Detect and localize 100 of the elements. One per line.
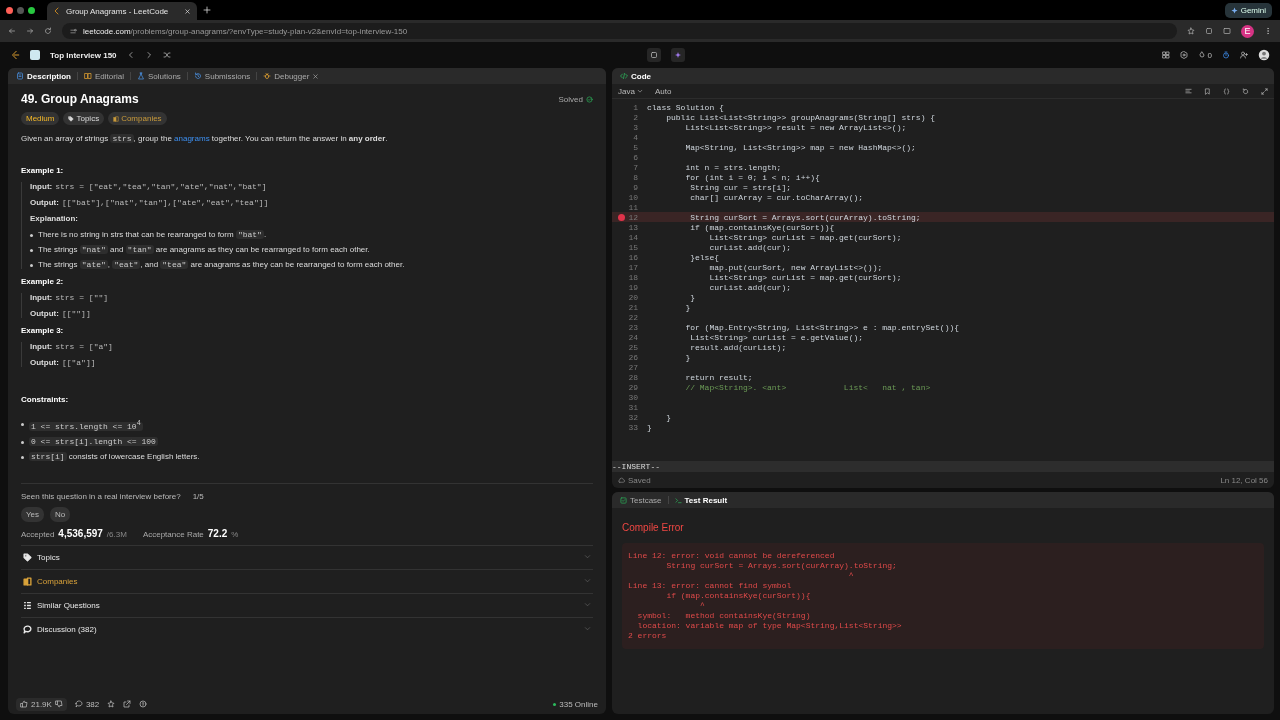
mode-selector[interactable]: Auto (654, 86, 672, 96)
panel-tab[interactable]: Description (12, 69, 75, 83)
explanation-text: There is no string in strs that can be rearranged to form "bat" . (38, 230, 267, 239)
given-label: Input: (30, 293, 53, 302)
vote-button[interactable]: 21.9K (16, 697, 67, 711)
result-tab[interactable]: Test Result (670, 493, 732, 507)
code-line: map.put(curSort, new ArrayList<>()); (708, 262, 883, 272)
maximize-window-button[interactable] (28, 6, 35, 14)
thumbs-up-icon (20, 700, 28, 708)
section-label: Topics (37, 552, 60, 562)
panel-tab[interactable]: Debugger (259, 69, 324, 83)
settings-icon[interactable] (1179, 51, 1188, 59)
reload-icon[interactable] (44, 27, 52, 35)
explanation-text: The strings "nat" and "tan" are anagrams as they can be rearranged to form each other. (38, 245, 370, 254)
minimize-window-button[interactable] (17, 6, 24, 14)
panel-tab[interactable]: Editorial (80, 69, 128, 83)
add-user-icon[interactable] (1240, 51, 1248, 59)
back-icon[interactable] (8, 27, 16, 35)
result-label: Output: (30, 198, 59, 207)
constraint-text: 0 <= strs[i].length <= 100 (29, 436, 158, 446)
line-number: 11 (628, 202, 638, 212)
problem-list-title[interactable]: Top Interview 150 (50, 50, 117, 60)
star-icon[interactable] (107, 700, 116, 708)
code-tab[interactable]: Code (616, 69, 655, 83)
star-icon[interactable] (1187, 27, 1195, 35)
line-number: 19 (628, 282, 638, 292)
gemini-button[interactable]: Gemini (1224, 2, 1272, 18)
previous-icon[interactable] (126, 51, 135, 59)
interview-question: Seen this question in a real interview before? (21, 491, 181, 501)
close-icon[interactable] (312, 72, 320, 80)
constraints-title: Constraints: (21, 395, 70, 404)
line-number: 15 (628, 242, 638, 252)
user-avatar-icon[interactable] (1258, 49, 1270, 61)
bookmark-icon[interactable] (1204, 87, 1211, 95)
leetcode-logo-icon[interactable] (10, 50, 20, 60)
given-value-text: strs = ["eat","tea","tan","ate","nat","bat"] (55, 182, 267, 191)
ai-button[interactable] (671, 48, 686, 62)
accepted-count: 4,536,597 (58, 527, 103, 539)
flask-icon (136, 72, 145, 80)
timer-icon[interactable] (1222, 51, 1230, 59)
topics-tag[interactable]: Topics (63, 112, 105, 125)
note-button[interactable] (647, 48, 662, 62)
example-title: Example 1: (21, 166, 65, 175)
accordion-section[interactable]: Discussion (382) (21, 616, 593, 641)
code-line: Map<String, List<String>> map = new HashMap<>(); (684, 142, 916, 152)
code-line: int n = strs.length; (684, 162, 782, 172)
more-icon[interactable] (1264, 27, 1272, 35)
answer-button[interactable]: Yes (21, 506, 45, 522)
constraint-text: strs[i] consists of lowercase English letters. (29, 451, 200, 461)
accepted-label: Accepted (21, 529, 55, 539)
help-icon[interactable] (139, 700, 148, 708)
layout-icon[interactable] (1161, 51, 1170, 59)
profile-avatar[interactable]: E (1241, 24, 1254, 38)
reset-icon[interactable] (1242, 87, 1249, 95)
code-line: if (map.containsKye(curSort)){ (689, 222, 835, 232)
new-tab-icon[interactable] (203, 6, 211, 14)
thumbs-down-icon (54, 700, 63, 708)
tag-icon (68, 115, 75, 122)
answer-button[interactable]: No (50, 506, 71, 522)
companies-tag[interactable]: Companies (108, 112, 167, 125)
anagrams-link[interactable]: anagrams (174, 134, 210, 143)
code-line: } (647, 422, 652, 432)
example-title: Example 2: (21, 277, 65, 286)
accordion-section[interactable]: Similar Questions (21, 592, 593, 617)
format-icon[interactable] (1185, 87, 1192, 95)
error-marker-icon (618, 213, 626, 221)
difficulty-tag[interactable]: Medium (21, 112, 60, 125)
line-number: 14 (628, 232, 638, 242)
line-number: 24 (628, 332, 638, 342)
address-bar[interactable]: leetcode.com/problems/group-anagrams/?envType=study-plan-v2&envId=top-interview-150 (62, 23, 1177, 39)
accordion-section[interactable]: Companies (21, 568, 593, 593)
accordion-section[interactable]: Topics (21, 544, 593, 569)
language-selector[interactable]: Java (618, 86, 643, 96)
cursor-position: Ln 12, Col 56 (1220, 475, 1268, 485)
line-number: 10 (628, 192, 638, 202)
line-number: 12 (628, 212, 638, 222)
braces-icon[interactable] (1223, 87, 1230, 95)
close-icon[interactable] (184, 7, 191, 15)
section-label: Companies (37, 576, 78, 586)
panel-tab[interactable]: Submissions (189, 69, 255, 83)
vim-mode-indicator: --INSERT-- (612, 461, 1274, 472)
next-icon[interactable] (144, 51, 153, 59)
comment-count[interactable]: 382 (74, 699, 100, 709)
code-line: String cur = strs[i]; (689, 182, 792, 192)
line-number: 28 (628, 372, 638, 382)
forward-icon[interactable] (26, 27, 34, 35)
result-label: Output: (30, 358, 59, 367)
panel-tab[interactable]: Solutions (132, 69, 185, 83)
code-line: }else{ (689, 252, 719, 262)
result-tab[interactable]: Testcase (616, 493, 666, 507)
line-number: 21 (628, 302, 638, 312)
line-number: 2 (633, 112, 638, 122)
close-window-button[interactable] (6, 6, 13, 14)
expand-icon[interactable] (1261, 87, 1268, 95)
browser-tab[interactable]: Group Anagrams - LeetCode (47, 2, 197, 20)
share-icon[interactable] (123, 700, 132, 708)
streak-counter[interactable]: 0 (1197, 50, 1212, 60)
result-value-text: [["a"]] (61, 358, 96, 367)
code-line: List<String> curList = e.getValue(); (689, 332, 864, 342)
section-label: Discussion (382) (37, 624, 97, 634)
